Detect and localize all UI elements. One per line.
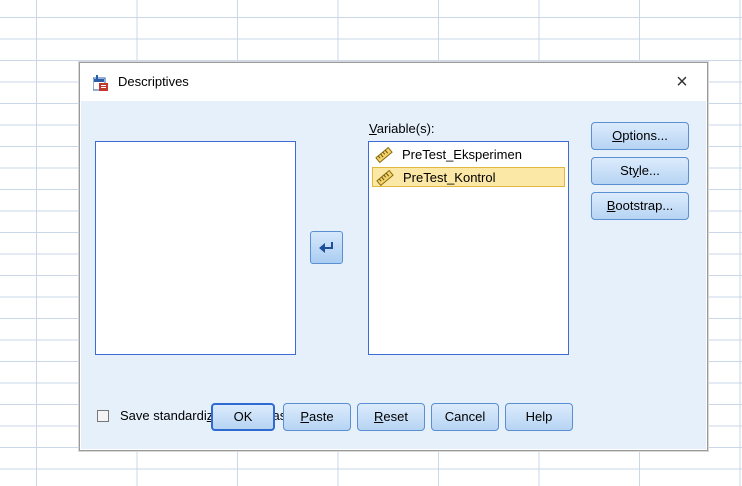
descriptives-dialog: Descriptives × Variable(s): PreTest_Eksp…: [79, 62, 708, 451]
scale-ruler-icon: [375, 146, 393, 164]
move-variable-button[interactable]: [310, 231, 343, 264]
scale-ruler-icon: [376, 169, 394, 187]
style-button[interactable]: Style...: [591, 157, 689, 185]
target-variable-list[interactable]: PreTest_Eksperimen PreTest_Kontrol: [368, 141, 569, 355]
cancel-button[interactable]: Cancel: [431, 403, 499, 431]
variable-name: PreTest_Kontrol: [403, 170, 496, 185]
source-variable-list[interactable]: [95, 141, 296, 355]
dialog-titlebar: Descriptives ×: [80, 63, 707, 101]
close-icon[interactable]: ×: [669, 69, 695, 95]
dialog-body: Variable(s): PreTest_Eksperimen PreTest_…: [81, 101, 706, 449]
save-standardized-checkbox[interactable]: [97, 410, 109, 422]
variable-item-pretest-eksperimen[interactable]: PreTest_Eksperimen: [372, 145, 565, 165]
help-button[interactable]: Help: [505, 403, 573, 431]
options-button[interactable]: Options...: [591, 122, 689, 150]
dialog-title: Descriptives: [118, 74, 189, 89]
bootstrap-button[interactable]: Bootstrap...: [591, 192, 689, 220]
descriptives-app-icon: [92, 75, 109, 91]
variable-name: PreTest_Eksperimen: [402, 147, 522, 162]
back-arrow-icon: [319, 242, 333, 253]
ok-button[interactable]: OK: [211, 403, 275, 431]
variable-item-pretest-kontrol[interactable]: PreTest_Kontrol: [372, 167, 565, 187]
variables-label: Variable(s):: [369, 121, 435, 136]
paste-button[interactable]: Paste: [283, 403, 351, 431]
reset-button[interactable]: Reset: [357, 403, 425, 431]
